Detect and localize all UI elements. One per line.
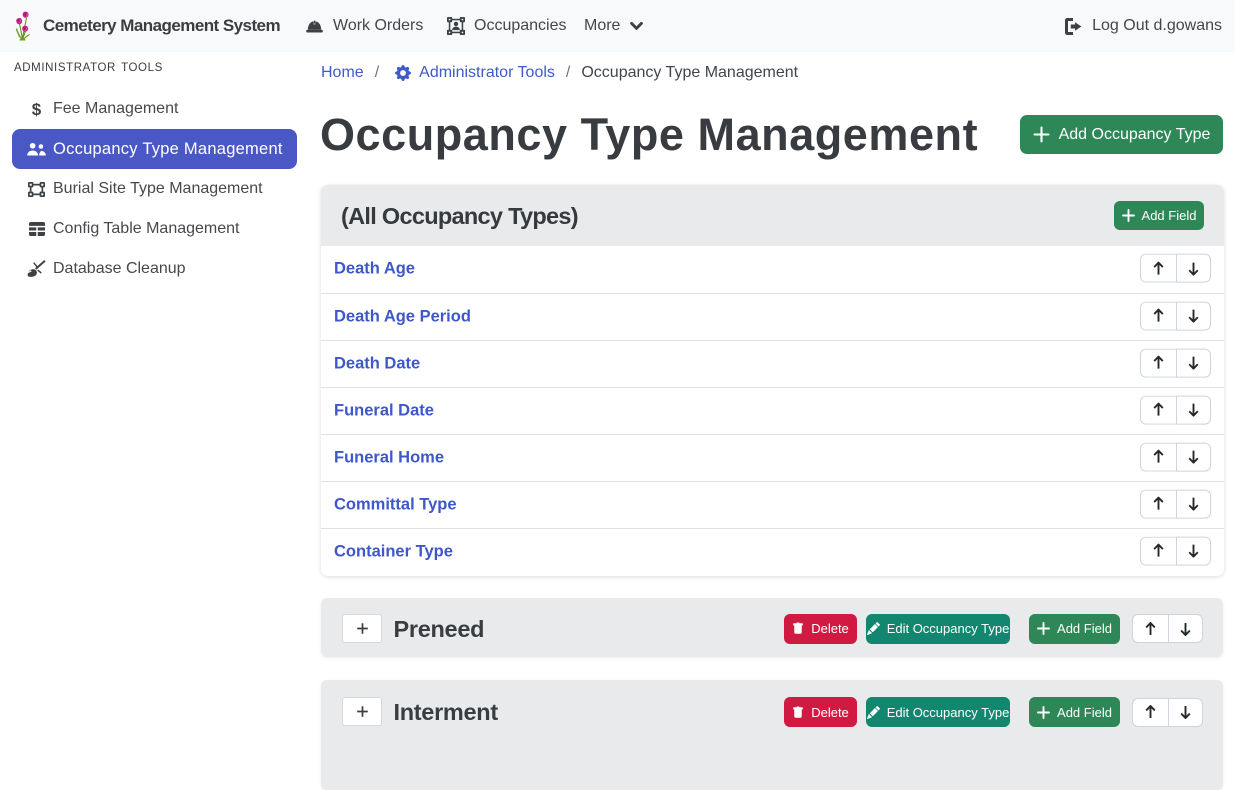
svg-text:$: $: [32, 100, 42, 118]
